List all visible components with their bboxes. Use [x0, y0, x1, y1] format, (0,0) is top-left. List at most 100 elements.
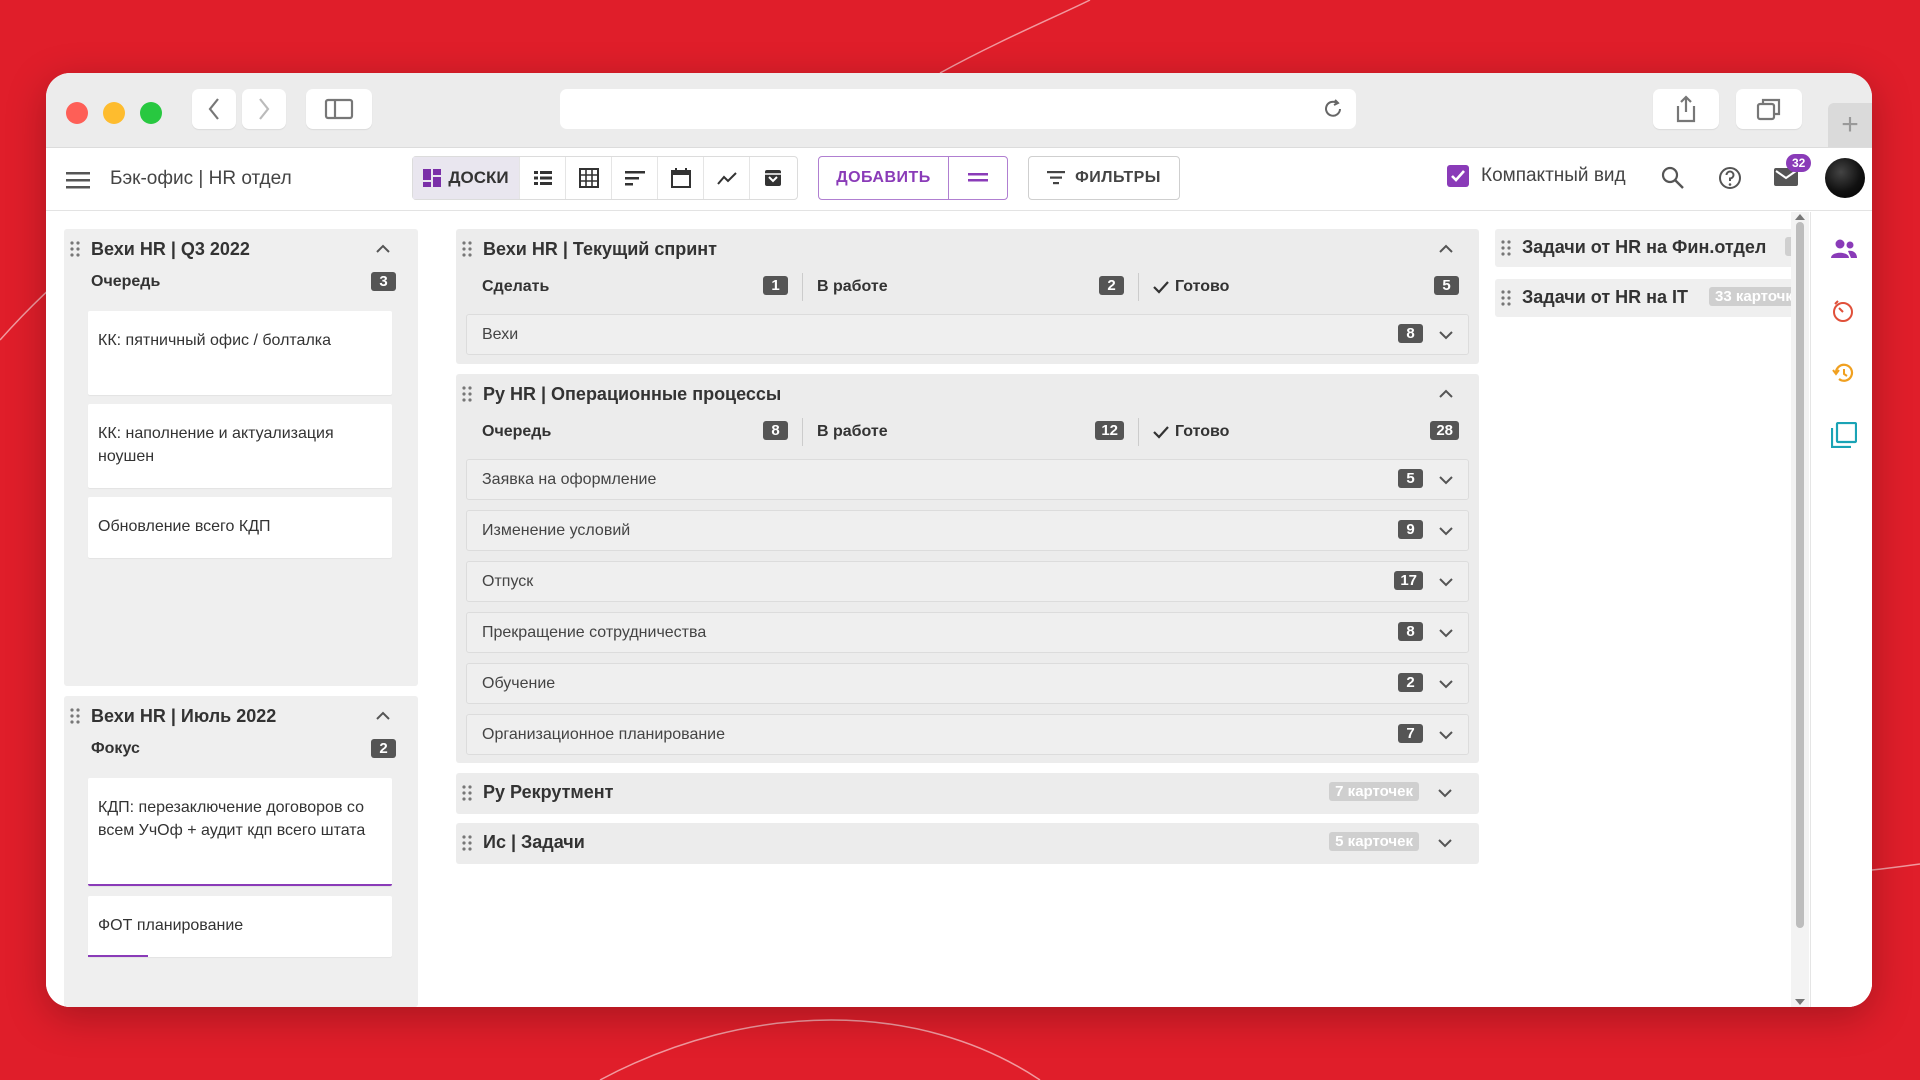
- card-count-badge: 7 карточек: [1329, 782, 1419, 801]
- swimlane-label: Обучение: [482, 675, 556, 692]
- chevron-down-icon[interactable]: [1439, 331, 1453, 340]
- compact-view-toggle[interactable]: Компактный вид: [1447, 165, 1626, 187]
- app-toolbar: Бэк-офис | HR отдел ДОСКИ ДОБАВИТЬ ФИЛЬТ…: [46, 148, 1872, 211]
- breadcrumb[interactable]: Бэк-офис | HR отдел: [110, 168, 292, 190]
- copy-layers-icon[interactable]: [1831, 422, 1857, 448]
- count-badge: 9: [1398, 520, 1423, 539]
- share-button[interactable]: [1653, 89, 1719, 129]
- panel-header[interactable]: Вехи HR | Текущий спринт: [456, 229, 1479, 269]
- new-tab-button[interactable]: +: [1828, 103, 1872, 147]
- swimlane-row[interactable]: Заявка на оформление 5: [466, 459, 1469, 500]
- scroll-up-arrow-icon[interactable]: [1795, 214, 1805, 220]
- divider: [1138, 418, 1139, 446]
- gantt-view-button[interactable]: [611, 157, 657, 199]
- scrollbar-thumb[interactable]: [1796, 222, 1804, 928]
- swimlane-row[interactable]: Прекращение сотрудничества 8: [466, 612, 1469, 653]
- drag-handle-icon[interactable]: [462, 386, 472, 402]
- collapsed-board-panel[interactable]: Задачи от HR на Фин.отдел 7: [1495, 229, 1800, 267]
- swimlane-row[interactable]: Изменение условий 9: [466, 510, 1469, 551]
- right-side-rail: [1810, 212, 1872, 1007]
- notifications-badge: 32: [1786, 154, 1812, 172]
- chevron-down-icon[interactable]: [1439, 731, 1453, 740]
- column-done: Готово 28: [1153, 414, 1459, 450]
- scroll-down-arrow-icon[interactable]: [1795, 999, 1805, 1005]
- drag-handle-icon[interactable]: [462, 241, 472, 257]
- collapsed-board-panel[interactable]: Ис | Задачи 5 карточек: [456, 823, 1479, 864]
- task-card[interactable]: КК: пятничный офис / болталка: [88, 311, 392, 395]
- archive-view-button[interactable]: [749, 157, 795, 199]
- close-window-button[interactable]: [66, 102, 88, 124]
- address-bar[interactable]: [560, 89, 1356, 129]
- drag-handle-icon[interactable]: [70, 708, 80, 724]
- check-icon: [1153, 281, 1169, 294]
- list-view-button[interactable]: [519, 157, 565, 199]
- swimlane-row[interactable]: Вехи 8: [466, 314, 1469, 355]
- view-switcher: ДОСКИ: [412, 156, 798, 200]
- swimlane-row[interactable]: Организационное планирование 7: [466, 714, 1469, 755]
- compact-view-checkbox[interactable]: [1447, 165, 1469, 187]
- panel-header[interactable]: Вехи HR | Q3 2022: [64, 229, 418, 269]
- filters-label: ФИЛЬТРЫ: [1075, 169, 1161, 186]
- column-done: Готово 5: [1153, 269, 1459, 305]
- chevron-right-icon: [259, 98, 270, 120]
- drag-handle-icon[interactable]: [70, 241, 80, 257]
- check-icon: [1153, 426, 1169, 439]
- collapsed-board-panel[interactable]: Ру Рекрутмент 7 карточек: [456, 773, 1479, 814]
- task-card[interactable]: КДП: перезаключение договоров со всем Уч…: [88, 778, 392, 886]
- board-panel: Вехи HR | Текущий спринт Сделать 1 В раб…: [456, 229, 1479, 364]
- collapsed-board-panel[interactable]: Задачи от HR на IT 33 карточки: [1495, 279, 1800, 317]
- filters-button[interactable]: ФИЛЬТРЫ: [1028, 156, 1180, 200]
- history-icon[interactable]: [1831, 361, 1855, 385]
- share-icon: [1676, 95, 1696, 123]
- chevron-up-icon[interactable]: [1439, 244, 1453, 253]
- table-view-button[interactable]: [565, 157, 611, 199]
- chevron-down-icon[interactable]: [1439, 578, 1453, 587]
- maximize-window-button[interactable]: [140, 102, 162, 124]
- board-panel: Вехи HR | Q3 2022 Очередь 3 КК: пятничны…: [64, 229, 418, 686]
- panel-header[interactable]: Вехи HR | Июль 2022: [64, 696, 418, 736]
- chevron-down-icon[interactable]: [1438, 789, 1452, 798]
- chevron-down-icon[interactable]: [1438, 839, 1452, 848]
- search-icon[interactable]: [1661, 166, 1685, 190]
- help-icon[interactable]: [1718, 166, 1742, 190]
- drag-handle-icon[interactable]: [1501, 240, 1511, 256]
- drag-handle-icon[interactable]: [462, 835, 472, 851]
- chart-view-button[interactable]: [703, 157, 749, 199]
- vertical-scrollbar[interactable]: [1791, 212, 1809, 1007]
- swimlane-row[interactable]: Обучение 2: [466, 663, 1469, 704]
- chevron-up-icon[interactable]: [376, 711, 390, 720]
- avatar[interactable]: [1825, 158, 1865, 198]
- panel-title: Задачи от HR на Фин.отдел: [1522, 237, 1767, 257]
- panel-header[interactable]: Ру HR | Операционные процессы: [456, 374, 1479, 414]
- add-options-button[interactable]: [949, 157, 1007, 199]
- chevron-up-icon[interactable]: [376, 244, 390, 253]
- users-icon[interactable]: [1831, 239, 1857, 259]
- hamburger-menu-icon[interactable]: [66, 170, 90, 190]
- minimize-window-button[interactable]: [103, 102, 125, 124]
- tabs-overview-button[interactable]: [1736, 89, 1802, 129]
- back-button[interactable]: [192, 89, 236, 129]
- add-button[interactable]: ДОБАВИТЬ: [819, 157, 949, 199]
- chevron-down-icon[interactable]: [1439, 476, 1453, 485]
- calendar-view-button[interactable]: [657, 157, 703, 199]
- chevron-down-icon[interactable]: [1439, 680, 1453, 689]
- card-title: ФОТ планирование: [98, 917, 244, 934]
- task-card[interactable]: ФОТ планирование: [88, 896, 392, 957]
- panel-title: Вехи HR | Q3 2022: [91, 238, 250, 259]
- task-card[interactable]: КК: наполнение и актуализация ноушен: [88, 404, 392, 488]
- boards-view-button[interactable]: ДОСКИ: [413, 157, 519, 199]
- timer-icon[interactable]: [1831, 299, 1855, 323]
- task-card[interactable]: Обновление всего КДП: [88, 497, 392, 558]
- chevron-up-icon[interactable]: [1439, 389, 1453, 398]
- chevron-down-icon[interactable]: [1439, 527, 1453, 536]
- column-headers: Очередь 8 В работе 12 Готово 28: [456, 414, 1479, 450]
- sidebar-toggle-button[interactable]: [306, 89, 372, 129]
- panel-title: Ру HR | Операционные процессы: [483, 383, 782, 404]
- trend-chart-icon: [716, 172, 737, 185]
- forward-button[interactable]: [242, 89, 286, 129]
- chevron-down-icon[interactable]: [1439, 629, 1453, 638]
- drag-handle-icon[interactable]: [1501, 290, 1511, 306]
- drag-handle-icon[interactable]: [462, 785, 472, 801]
- reload-icon[interactable]: [1322, 98, 1344, 120]
- swimlane-row[interactable]: Отпуск 17: [466, 561, 1469, 602]
